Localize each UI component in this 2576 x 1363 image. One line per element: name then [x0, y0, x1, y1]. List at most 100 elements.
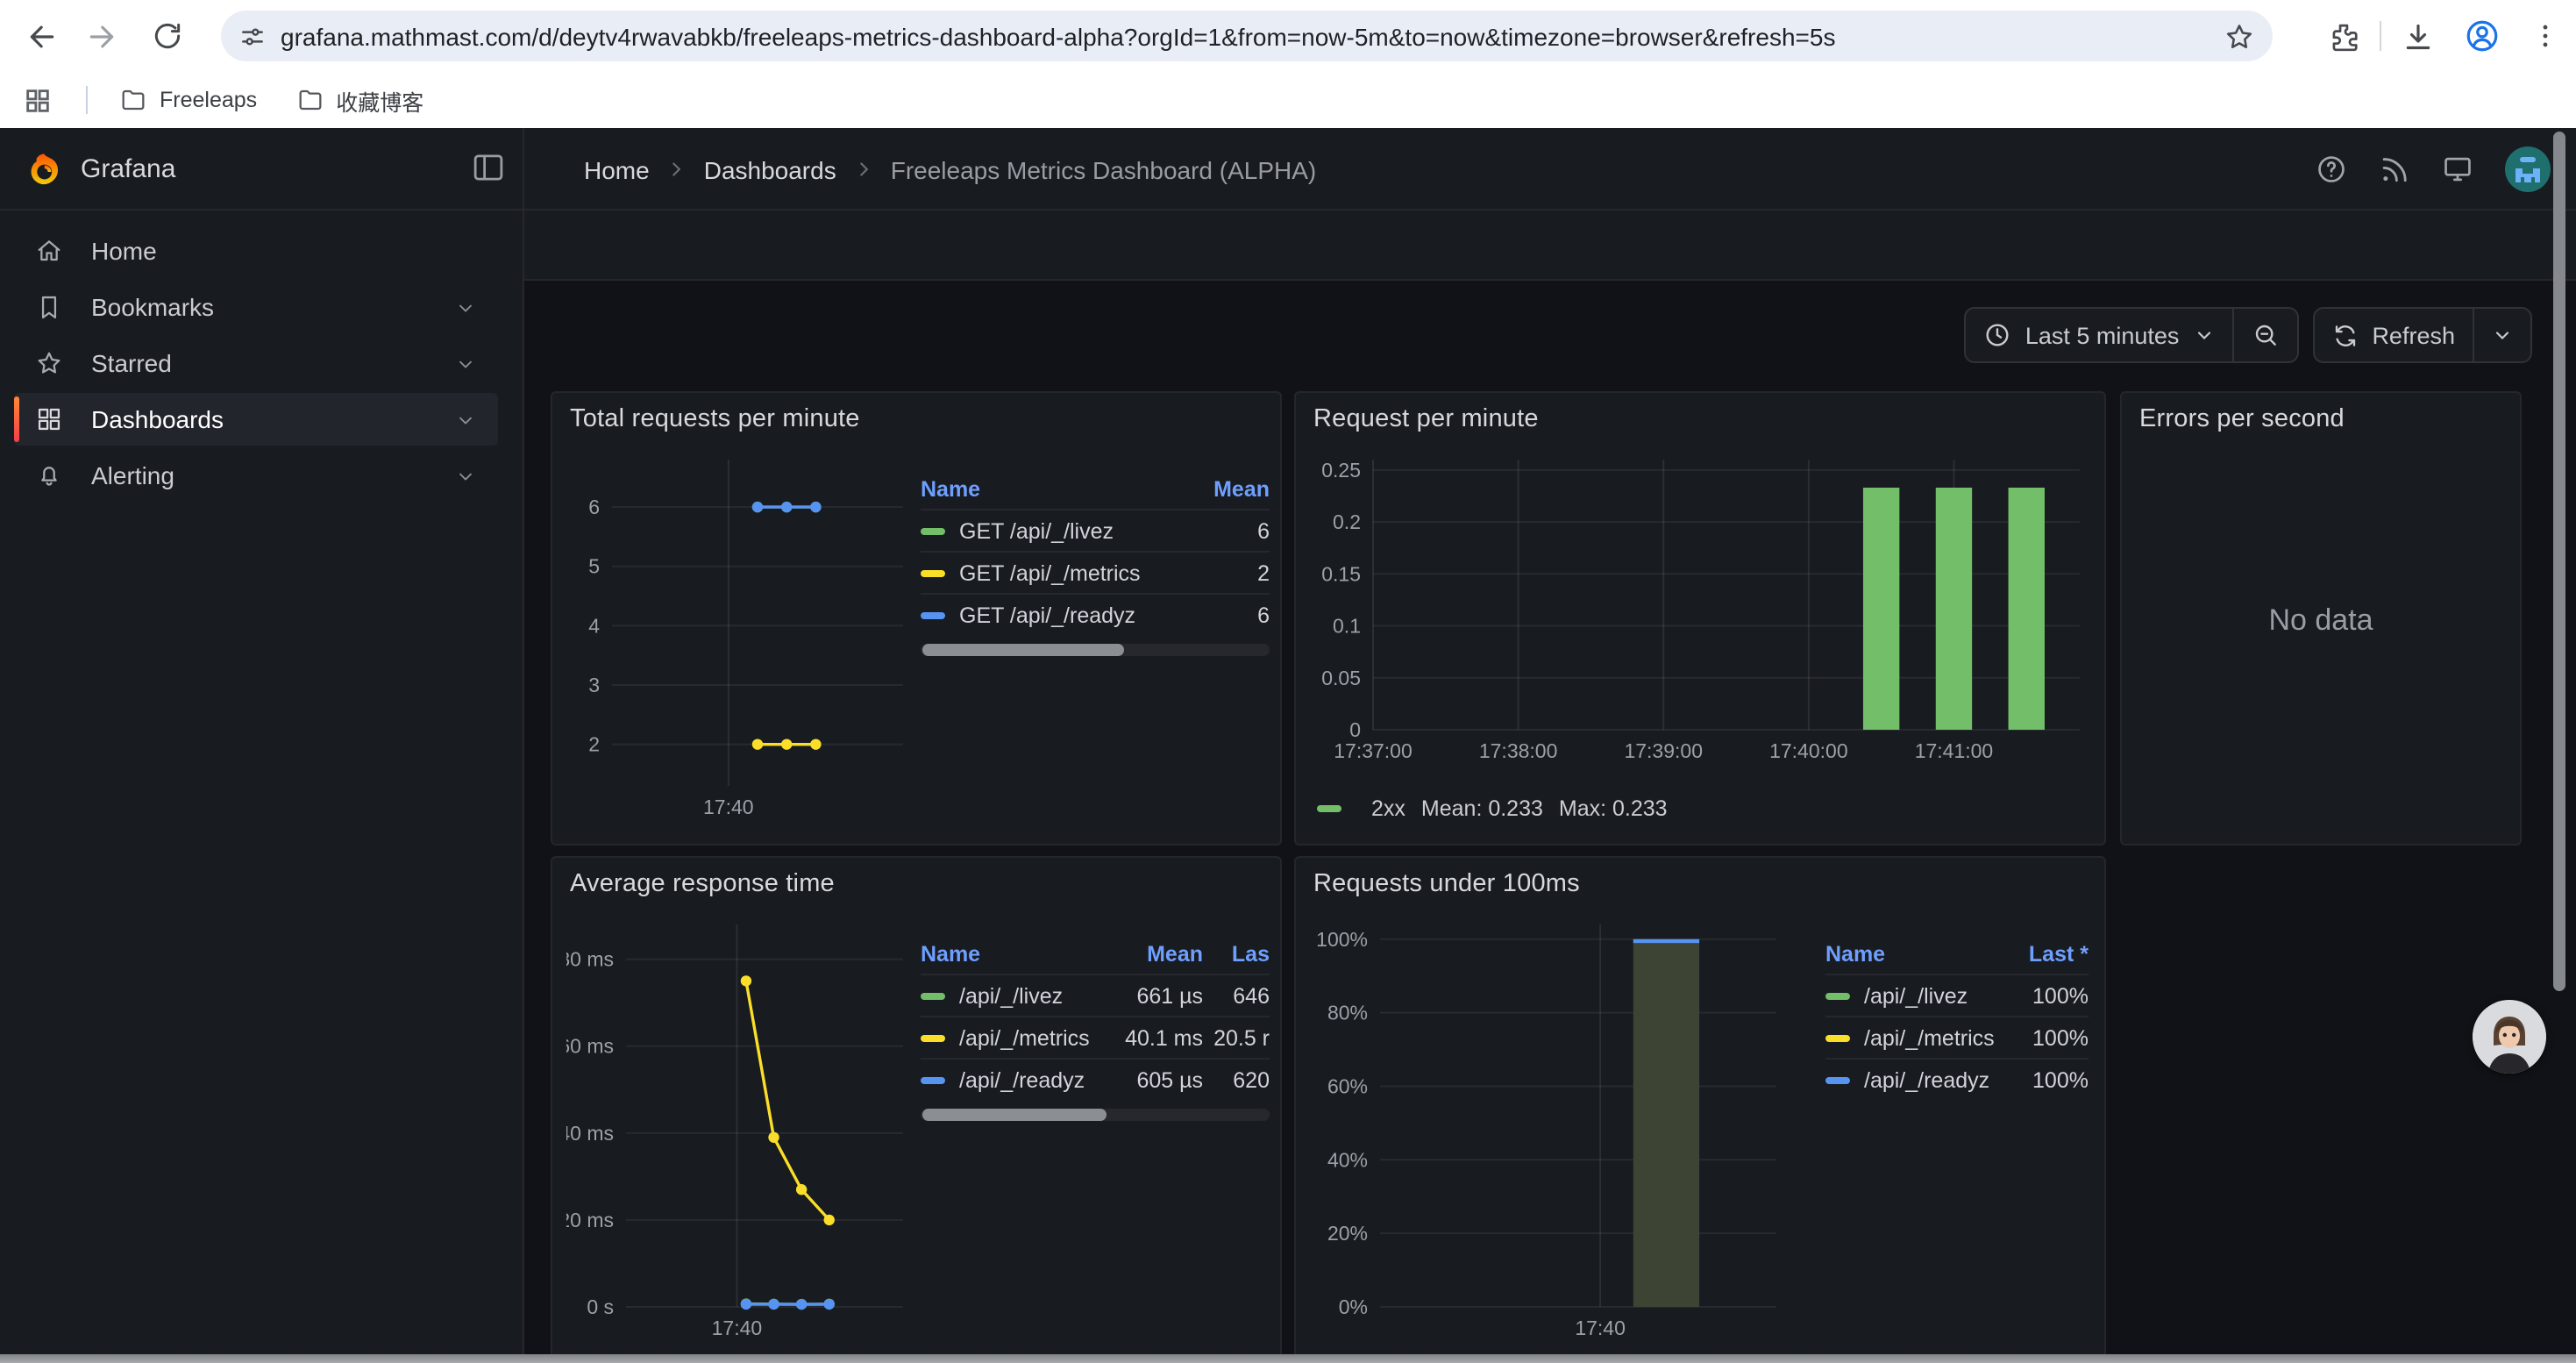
sidebar-item-alerting[interactable]: Alerting	[14, 449, 498, 502]
legend-column-header[interactable]: Name	[921, 477, 1192, 502]
total-requests-chart: 6543217:40	[566, 446, 917, 844]
avatar-image	[2473, 1000, 2546, 1074]
svg-text:0.05: 0.05	[1321, 667, 1361, 689]
browser-menu-icon[interactable]	[2522, 13, 2567, 59]
extensions-icon[interactable]	[2320, 13, 2366, 59]
toolbar-divider	[2380, 21, 2381, 51]
series-name: GET /api/_/readyz	[959, 603, 1135, 627]
svg-text:6: 6	[588, 496, 600, 518]
svg-text:4: 4	[588, 614, 600, 637]
reload-icon[interactable]	[144, 12, 191, 60]
sidebar-item-bookmarks[interactable]: Bookmarks	[14, 281, 498, 333]
chev-icon	[454, 296, 477, 318]
legend-table: NameMeanGET /api/_/livez6GET /api/_/metr…	[921, 470, 1270, 656]
site-info-icon[interactable]	[238, 22, 267, 50]
legend-row[interactable]: GET /api/_/metrics2	[921, 551, 1270, 593]
dashboard-subheader: Export Share	[524, 211, 2576, 281]
legend-row[interactable]: /api/_/readyz605 µs620	[921, 1058, 1270, 1100]
horizontal-scrollbar[interactable]	[0, 1354, 2576, 1363]
monitor-icon[interactable]	[2441, 153, 2474, 186]
panel-title[interactable]: Requests under 100ms	[1296, 858, 2104, 898]
request-per-minute-chart: 0.250.20.150.10.05017:37:0017:38:0017:39…	[1310, 449, 2094, 784]
legend-table: NameLast * /api/_/livez100%/api/_/metrics…	[1825, 935, 2089, 1100]
bookmarks-bar: Freeleaps收藏博客	[0, 72, 2576, 128]
svg-text:80%: 80%	[1327, 1002, 1368, 1024]
bookmark-folder[interactable]: Freeleaps	[105, 79, 271, 121]
sidebar-border	[523, 128, 524, 1363]
svg-text:40 ms: 40 ms	[566, 1122, 614, 1145]
org-avatar[interactable]	[2504, 146, 2551, 193]
bookmark-page-star-icon[interactable]	[2224, 20, 2255, 52]
grafana-brand[interactable]: Grafana	[25, 128, 175, 211]
svg-text:5: 5	[588, 555, 600, 578]
legend-scrollbar[interactable]	[921, 644, 1270, 656]
series-value: 6	[1192, 603, 1270, 627]
folder-icon	[295, 86, 324, 114]
average-response-chart: 80 ms60 ms40 ms20 ms0 s17:40	[566, 910, 917, 1363]
dashboard-canvas: Last 5 minutes Refresh	[524, 281, 2576, 1363]
panel-title[interactable]: Average response time	[552, 858, 1280, 898]
breadcrumb-home[interactable]: Home	[584, 155, 650, 183]
page-scrollbar[interactable]	[2553, 132, 2565, 991]
svg-text:0: 0	[1349, 718, 1361, 741]
legend-row[interactable]: GET /api/_/readyz 6	[921, 593, 1270, 635]
panel-title[interactable]: Errors per second	[2122, 393, 2520, 433]
url-text[interactable]: grafana.mathmast.com/d/deytv4rwavabkb/fr…	[281, 22, 2224, 50]
forward-icon[interactable]	[77, 12, 125, 60]
profile-icon[interactable]	[2459, 13, 2504, 59]
series-value: 646	[1203, 983, 1270, 1008]
bookmarks-divider	[86, 86, 88, 114]
bookmark-folder[interactable]: 收藏博客	[281, 76, 438, 124]
legend-row[interactable]: /api/_/livez661 µs646	[921, 974, 1270, 1016]
panel-title[interactable]: Request per minute	[1296, 393, 2104, 433]
legend-row[interactable]: /api/_/livez100%	[1825, 974, 2089, 1016]
sidebar-item-home[interactable]: Home	[14, 225, 498, 277]
legend-column-header[interactable]: Mean	[1192, 477, 1270, 502]
legend-row[interactable]: /api/_/metrics100%	[1825, 1016, 2089, 1058]
refresh-button[interactable]: Refresh	[2314, 309, 2473, 361]
brand-label: Grafana	[81, 154, 175, 184]
legend-row[interactable]: /api/_/metrics40.1 ms20.5 r	[921, 1016, 1270, 1058]
sidebar-item-dashboards[interactable]: Dashboards	[14, 393, 498, 446]
legend-scrollbar[interactable]	[921, 1109, 1270, 1121]
svg-text:0.25: 0.25	[1321, 459, 1361, 482]
svg-text:80 ms: 80 ms	[566, 948, 614, 971]
zoom-out-button[interactable]	[2233, 309, 2296, 361]
grafana-logo-icon	[25, 150, 63, 189]
panel-errors-per-second: Errors per second No data	[2120, 391, 2522, 846]
legend-column-header[interactable]: Mean	[1098, 942, 1203, 967]
legend-swatch	[1317, 805, 1341, 812]
series-swatch	[921, 1077, 945, 1084]
downloads-icon[interactable]	[2395, 13, 2441, 59]
screen: grafana.mathmast.com/d/deytv4rwavabkb/fr…	[0, 0, 2576, 1363]
url-bar[interactable]: grafana.mathmast.com/d/deytv4rwavabkb/fr…	[221, 11, 2273, 61]
series-swatch	[1825, 993, 1850, 1000]
legend-column-header[interactable]: Name	[921, 942, 1098, 967]
breadcrumb-dashboards[interactable]: Dashboards	[704, 155, 836, 183]
legend-column-header[interactable]: Las	[1203, 942, 1270, 967]
folder-icon	[119, 86, 147, 114]
apps-grid-icon[interactable]	[14, 77, 60, 123]
home-icon	[35, 237, 63, 265]
back-icon[interactable]	[18, 12, 65, 60]
sidebar-item-starred[interactable]: Starred	[14, 337, 498, 389]
time-range-picker[interactable]: Last 5 minutes	[1966, 309, 2232, 361]
chev-icon	[454, 352, 477, 375]
legend-item-2xx[interactable]: 2xx Mean: 0.233 Max: 0.233	[1317, 796, 1668, 821]
panel-title[interactable]: Total requests per minute	[552, 393, 1280, 433]
dock-sidebar-icon[interactable]	[470, 149, 507, 186]
legend-row[interactable]: GET /api/_/livez6	[921, 509, 1270, 551]
assistant-avatar[interactable]	[2473, 1000, 2546, 1074]
series-value: 20.5 r	[1203, 1025, 1270, 1050]
series-swatch	[921, 528, 945, 535]
legend-row[interactable]: /api/_/readyz100%	[1825, 1058, 2089, 1100]
legend-column-header[interactable]: Last *	[2004, 942, 2089, 967]
legend-column-header[interactable]: Name	[1825, 942, 2004, 967]
refresh-interval-button[interactable]	[2474, 309, 2530, 361]
no-data-message: No data	[2122, 603, 2520, 639]
news-rss-icon[interactable]	[2378, 153, 2411, 186]
help-icon[interactable]	[2315, 153, 2348, 186]
series-value: 100%	[2004, 983, 2089, 1008]
breadcrumb: Home Dashboards Freeleaps Metrics Dashbo…	[584, 128, 1316, 211]
series-name: GET /api/_/metrics	[959, 560, 1141, 585]
